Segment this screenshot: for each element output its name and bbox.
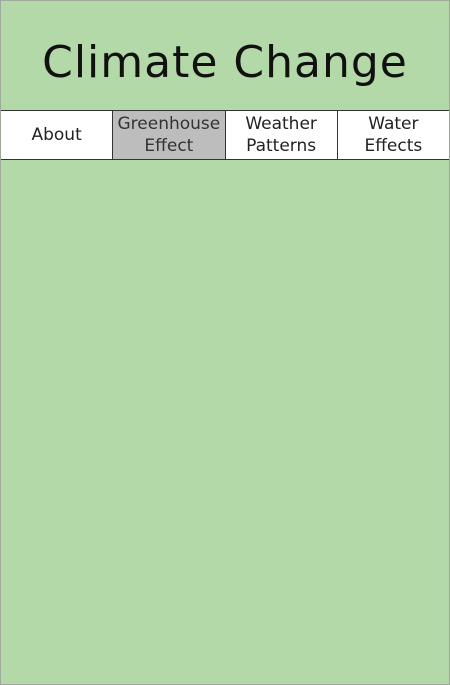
- tab-about-label: About: [31, 125, 82, 145]
- tab-greenhouse-effect[interactable]: Greenhouse Effect: [113, 111, 226, 159]
- tab-weather-patterns-label: Weather Patterns: [245, 114, 317, 156]
- main-content-area: [1, 160, 449, 684]
- tab-weather-patterns[interactable]: Weather Patterns: [226, 111, 338, 159]
- page: Climate Change About Greenhouse Effect W…: [0, 0, 450, 685]
- tab-about[interactable]: About: [1, 111, 114, 159]
- nav-bar: About Greenhouse Effect Weather Patterns…: [1, 110, 449, 160]
- page-title: Climate Change: [42, 37, 408, 88]
- tab-water-effects-label: Water Effects: [364, 114, 423, 156]
- tab-water-effects[interactable]: Water Effects: [338, 111, 449, 159]
- tab-greenhouse-effect-label: Greenhouse Effect: [117, 114, 221, 156]
